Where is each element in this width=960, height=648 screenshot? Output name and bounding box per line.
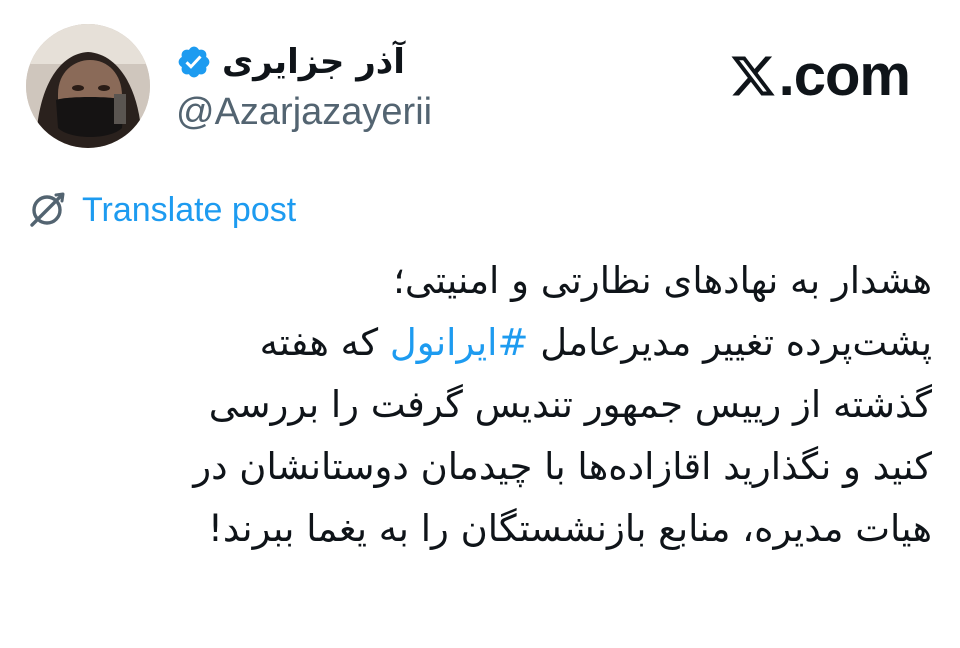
post-line-2-end: که هفته [259, 321, 390, 364]
post-line-4: کنید و نگذارید اقازاده‌ها با چیدمان دوست… [193, 445, 932, 488]
author-name-row[interactable]: آذر جزایری [176, 38, 405, 86]
post-line-2-start: پشت‌پرده تغییر مدیرعامل [528, 321, 932, 364]
translate-post-button[interactable]: Translate post [26, 188, 296, 232]
avatar[interactable] [26, 24, 150, 148]
translate-globe-icon [26, 189, 68, 231]
translate-post-label[interactable]: Translate post [82, 188, 296, 232]
hashtag-link[interactable]: #ایرانول [390, 321, 529, 364]
post-line-1: هشدار به نهادهای نظارتی و امنیتی؛ [393, 259, 932, 302]
x-logo-icon [729, 52, 777, 100]
post-line-5: هیات مدیره، منابع بازنشستگان را به یغما … [208, 507, 932, 550]
author-display-name[interactable]: آذر جزایری [222, 38, 405, 86]
post-line-3: گذشته از رییس جمهور تندیس گرفت را بررسی [208, 383, 932, 426]
verified-badge-icon [176, 44, 212, 80]
post-text: هشدار به نهادهای نظارتی و امنیتی؛ پشت‌پر… [32, 250, 932, 560]
author-handle[interactable]: @Azarjazayerii [176, 88, 432, 136]
post-line-2: پشت‌پرده تغییر مدیرعامل #ایرانول که هفته [32, 312, 932, 374]
profile-photo [26, 24, 150, 148]
brand-domain-text: .com [778, 43, 911, 108]
brand-logo: .com [729, 40, 911, 112]
